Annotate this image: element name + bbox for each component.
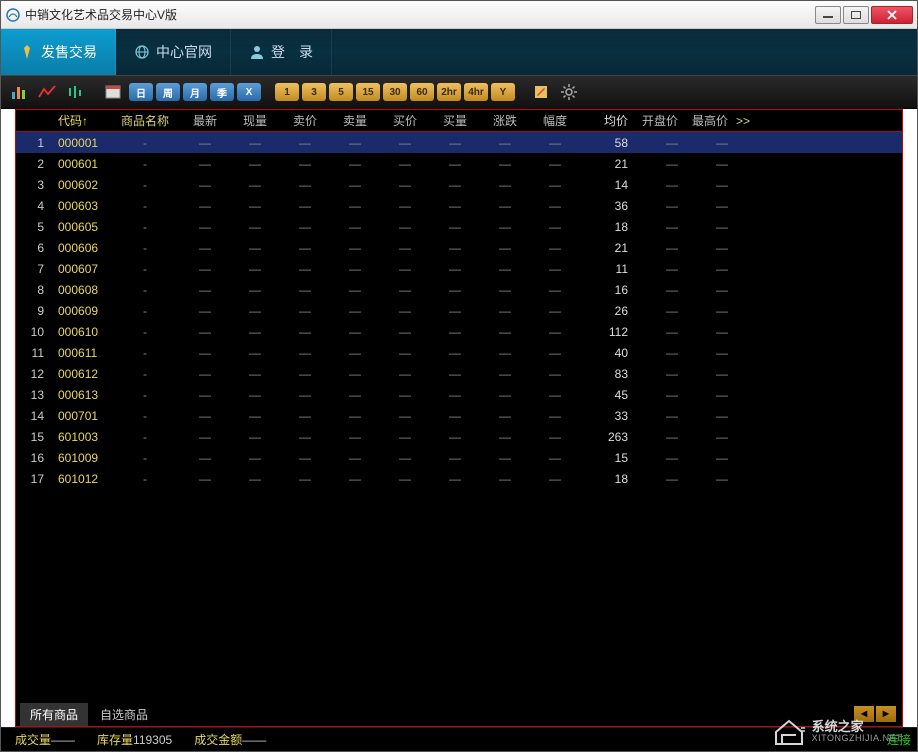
page-next-button[interactable]: ► xyxy=(876,706,896,722)
toolbar: 日周月季X 1351530602hr4hrY xyxy=(1,75,917,109)
period-badge-60[interactable]: 60 xyxy=(410,83,434,101)
column-header[interactable]: 代码↑ xyxy=(52,112,114,129)
column-header[interactable]: 买量 xyxy=(434,112,484,129)
column-header[interactable]: 涨跌 xyxy=(484,112,534,129)
period-badge-2hr[interactable]: 2hr xyxy=(437,83,461,101)
table-row[interactable]: 14000701-————————33—— xyxy=(16,405,902,426)
lower-tab-1[interactable]: 自选商品 xyxy=(90,703,158,726)
column-header[interactable]: 最高价 xyxy=(686,112,736,129)
table-row[interactable]: 9000609-————————26—— xyxy=(16,300,902,321)
column-header[interactable]: 商品名称 xyxy=(114,112,184,129)
edit-icon[interactable] xyxy=(529,81,553,103)
minimize-button[interactable] xyxy=(815,6,841,24)
app-window: 中销文化艺术品交易中心V版 发售交易中心官网登 录 日周月季X 13515306… xyxy=(0,0,918,752)
status-bar: 成交量—— 库存量119305 成交金额—— 连接 xyxy=(1,727,917,751)
period-badge-30[interactable]: 30 xyxy=(383,83,407,101)
period-badge-5[interactable]: 5 xyxy=(329,83,353,101)
time-badge-季[interactable]: 季 xyxy=(210,83,234,101)
column-header[interactable]: 买价 xyxy=(384,112,434,129)
column-header[interactable]: 开盘价 xyxy=(636,112,686,129)
column-header[interactable]: 最新 xyxy=(184,112,234,129)
period-badge-1[interactable]: 1 xyxy=(275,83,299,101)
period-badge-3[interactable]: 3 xyxy=(302,83,326,101)
table-row[interactable]: 2000601-————————21—— xyxy=(16,153,902,174)
column-header[interactable]: 现量 xyxy=(234,112,284,129)
grid-body[interactable]: 1000001-————————58——2000601-————————21——… xyxy=(16,132,902,702)
table-row[interactable]: 13000613-————————45—— xyxy=(16,384,902,405)
table-row[interactable]: 12000612-————————83—— xyxy=(16,363,902,384)
table-row[interactable]: 3000602-————————14—— xyxy=(16,174,902,195)
table-row[interactable]: 7000607-————————11—— xyxy=(16,258,902,279)
table-row[interactable]: 16601009-————————15—— xyxy=(16,447,902,468)
time-badge-月[interactable]: 月 xyxy=(183,83,207,101)
table-row[interactable]: 15601003-————————263—— xyxy=(16,426,902,447)
main-tab-0[interactable]: 发售交易 xyxy=(1,29,116,75)
tab-label: 登 录 xyxy=(271,42,313,62)
column-header[interactable]: 均价 xyxy=(584,112,636,129)
status-inventory: 库存量119305 xyxy=(97,731,172,748)
status-amount: 成交金额—— xyxy=(194,731,266,748)
period-badge-Y[interactable]: Y xyxy=(491,83,515,101)
time-badge-日[interactable]: 日 xyxy=(129,83,153,101)
calendar-icon[interactable] xyxy=(101,81,125,103)
table-row[interactable]: 4000603-————————36—— xyxy=(16,195,902,216)
tab-label: 发售交易 xyxy=(41,42,97,62)
column-header[interactable]: 卖量 xyxy=(334,112,384,129)
titlebar[interactable]: 中销文化艺术品交易中心V版 xyxy=(1,1,917,29)
time-badge-X[interactable]: X xyxy=(237,83,261,101)
lower-tab-0[interactable]: 所有商品 xyxy=(20,703,88,726)
period-badge-4hr[interactable]: 4hr xyxy=(464,83,488,101)
data-grid: 代码↑商品名称最新现量卖价卖量买价买量涨跌幅度均价开盘价最高价>> 100000… xyxy=(15,109,903,727)
table-row[interactable]: 10000610-————————112—— xyxy=(16,321,902,342)
table-row[interactable]: 11000611-————————40—— xyxy=(16,342,902,363)
table-row[interactable]: 5000605-————————18—— xyxy=(16,216,902,237)
table-row[interactable]: 1000001-————————58—— xyxy=(16,132,902,153)
table-row[interactable]: 17601012-————————18—— xyxy=(16,468,902,489)
time-badge-周[interactable]: 周 xyxy=(156,83,180,101)
line-chart-icon[interactable] xyxy=(35,81,59,103)
tab-label: 中心官网 xyxy=(156,42,212,62)
status-volume: 成交量—— xyxy=(15,731,75,748)
gear-icon[interactable] xyxy=(557,81,581,103)
main-tabs: 发售交易 中心官网 登 录 xyxy=(1,29,917,75)
table-row[interactable]: 6000606-————————21—— xyxy=(16,237,902,258)
page-prev-button[interactable]: ◄ xyxy=(854,706,874,722)
table-row[interactable]: 8000608-————————16—— xyxy=(16,279,902,300)
grid-header: 代码↑商品名称最新现量卖价卖量买价买量涨跌幅度均价开盘价最高价>> xyxy=(16,110,902,132)
app-icon xyxy=(5,7,21,23)
candlestick-icon[interactable] xyxy=(63,81,87,103)
main-tab-2[interactable]: 登 录 xyxy=(231,29,332,75)
main-tab-1[interactable]: 中心官网 xyxy=(116,29,231,75)
column-header[interactable]: >> xyxy=(736,114,758,128)
connection-status: 连接 xyxy=(887,731,911,748)
close-button[interactable] xyxy=(871,6,913,24)
window-title: 中销文化艺术品交易中心V版 xyxy=(25,6,815,23)
maximize-button[interactable] xyxy=(843,6,869,24)
lower-tabs: 所有商品自选商品 ◄ ► xyxy=(16,702,902,726)
column-header[interactable]: 幅度 xyxy=(534,112,584,129)
period-badge-15[interactable]: 15 xyxy=(356,83,380,101)
column-header[interactable]: 卖价 xyxy=(284,112,334,129)
bar-chart-icon[interactable] xyxy=(7,81,31,103)
